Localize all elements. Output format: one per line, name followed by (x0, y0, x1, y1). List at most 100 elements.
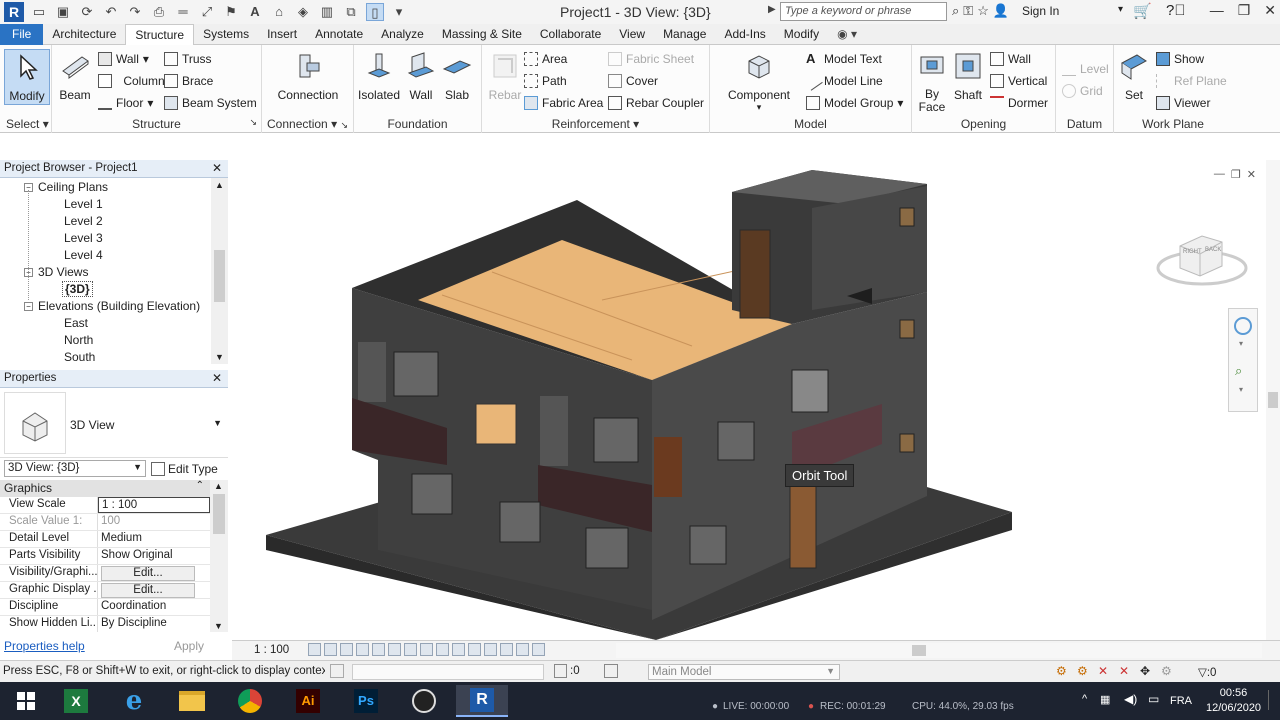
brace-button[interactable]: Brace (164, 71, 213, 91)
tab-architecture[interactable]: Architecture (43, 24, 125, 45)
scroll-thumb[interactable] (1268, 392, 1278, 408)
tag-icon[interactable]: ⚑ (222, 3, 240, 21)
shaft-button[interactable]: Shaft (948, 49, 988, 105)
viewcube-right-face[interactable]: RIGHT (1183, 249, 1202, 255)
type-dropdown-icon[interactable]: ▼ (213, 418, 222, 428)
scroll-thumb[interactable] (912, 645, 926, 656)
type-selector[interactable]: 3D View ▼ (0, 388, 228, 458)
shadows-icon[interactable] (356, 643, 369, 656)
design-option-selector[interactable]: Main Model ▼ (648, 664, 840, 680)
tree-item-ceiling-plans[interactable]: − Ceiling Plans (24, 180, 108, 194)
sun-path-icon[interactable] (340, 643, 353, 656)
sign-in-dropdown-icon[interactable]: ▾ (1118, 4, 1123, 15)
tree-item-ceiling-level-3[interactable]: Level 3 (64, 231, 103, 245)
tab-add-ins[interactable]: Add-Ins (715, 24, 774, 45)
select-pinned-icon[interactable]: ✕ (1098, 664, 1112, 678)
taskbar-file-explorer[interactable] (166, 685, 218, 717)
tree-item-ceiling-level-1[interactable]: Level 1 (64, 197, 103, 211)
customize-qat-icon[interactable]: ▾ (390, 3, 408, 21)
fabric-area-button[interactable]: Fabric Area (524, 93, 603, 113)
tree-item-ceiling-level-2[interactable]: Level 2 (64, 214, 103, 228)
subscription-icon[interactable]: ⚿ (963, 3, 973, 19)
close-icon[interactable]: ✕ (1264, 2, 1276, 19)
collapse-icon[interactable]: − (24, 302, 33, 312)
area-button[interactable]: Area (524, 49, 567, 69)
modify-button[interactable]: Modify (4, 49, 50, 105)
tab-annotate[interactable]: Annotate (306, 24, 372, 45)
by-face-button[interactable]: By Face (912, 49, 952, 114)
tree-item-east[interactable]: East (64, 316, 88, 330)
prop-value[interactable]: 1 : 100 (98, 497, 210, 513)
tree-item-ceiling-level-4[interactable]: Level 4 (64, 248, 103, 262)
model-group-button[interactable]: Model Group ▾ (806, 93, 903, 113)
tree-item-3d-view[interactable]: {3D} (62, 281, 93, 297)
scroll-thumb[interactable] (213, 494, 225, 534)
3d-viewport[interactable]: — ❐ ✕ RIGHT BACK ▾ ⌕ ▾ Orbit Tool (232, 160, 1280, 640)
wall-opening-button[interactable]: Wall (990, 49, 1031, 69)
prop-value[interactable]: Show Original (98, 548, 210, 564)
search-input[interactable]: Type a keyword or phrase (780, 2, 947, 21)
reinforcement-panel-label[interactable]: Reinforcement ▾ (482, 117, 709, 131)
highlight-displacement-icon[interactable] (500, 643, 513, 656)
tree-item-3d-views[interactable]: −3D Views (24, 265, 88, 279)
dimension-icon[interactable]: ⤢ (198, 3, 216, 21)
undo-icon[interactable]: ↶ (102, 3, 120, 21)
tab-massing-site[interactable]: Massing & Site (433, 24, 531, 45)
ref-plane-button[interactable]: Ref Plane (1156, 71, 1227, 91)
properties-scrollbar[interactable]: ▲ ▼ (210, 480, 228, 632)
rendering-icon[interactable] (372, 643, 385, 656)
connection-button[interactable]: Connection (272, 49, 344, 105)
select-links-icon[interactable]: ⚙ (1056, 664, 1070, 678)
workset-selector[interactable] (352, 664, 544, 680)
filter-status[interactable]: ▽:0 (1198, 665, 1216, 679)
tab-insert[interactable]: Insert (258, 24, 306, 45)
column-button[interactable]: Column (98, 71, 165, 91)
prop-edit-button-cell[interactable]: Edit... (98, 582, 210, 598)
prop-parts-visibility[interactable]: Parts Visibility Show Original (0, 548, 210, 565)
binoculars-icon[interactable]: ⌕ (952, 3, 959, 19)
system-clock[interactable]: 00:56 12/06/2020 (1206, 686, 1261, 716)
design-options-icon[interactable] (604, 664, 618, 678)
taskbar-internet-explorer[interactable]: e (108, 685, 160, 717)
prop-value[interactable]: Medium (98, 531, 210, 547)
tab-file[interactable]: File (0, 24, 44, 45)
tab-modify[interactable]: Modify (775, 24, 828, 45)
level-button[interactable]: Level (1062, 59, 1109, 79)
viewcube[interactable]: RIGHT BACK (1156, 224, 1248, 290)
isolated-button[interactable]: Isolated (356, 49, 402, 105)
reveal-constraints-icon[interactable] (516, 643, 529, 656)
switch-windows-icon[interactable]: ▯ (366, 3, 384, 21)
redo-icon[interactable]: ↷ (126, 3, 144, 21)
taskbar-photoshop[interactable]: Ps (340, 685, 392, 717)
taskbar-revit[interactable]: R (456, 685, 508, 717)
tab-structure[interactable]: Structure (125, 24, 195, 45)
visual-style-icon[interactable] (324, 643, 337, 656)
grid-button[interactable]: Grid (1062, 81, 1103, 101)
tab-manage[interactable]: Manage (654, 24, 715, 45)
crop-view-icon[interactable] (388, 643, 401, 656)
prop-value[interactable]: Coordination (98, 599, 210, 615)
model-line-button[interactable]: Model Line (803, 71, 883, 91)
show-crop-icon[interactable] (404, 643, 417, 656)
slab-button[interactable]: Slab (434, 49, 480, 105)
taskbar-excel[interactable]: X (50, 685, 102, 717)
select-dropdown[interactable]: Select ▾ (6, 117, 51, 131)
print-icon[interactable]: ⎙ (150, 3, 168, 21)
rebar-button[interactable]: Rebar (482, 49, 528, 105)
text-icon[interactable]: A (246, 3, 264, 21)
3d-view-icon[interactable]: ⌂ (270, 3, 288, 21)
input-language[interactable]: FRA (1170, 695, 1192, 707)
tree-item-elevations[interactable]: − Elevations (Building Elevation) (24, 299, 200, 313)
component-button[interactable]: Component ▾ (720, 49, 798, 112)
edit-button[interactable]: Edit... (101, 566, 195, 581)
set-button[interactable]: Set (1114, 49, 1154, 105)
measure-icon[interactable]: ═ (174, 3, 192, 21)
properties-help-link[interactable]: Properties help (4, 639, 85, 653)
help-icon[interactable]: ?⃝ (1166, 2, 1186, 19)
open-icon[interactable]: ▭ (30, 3, 48, 21)
save-icon[interactable]: ▣ (54, 3, 72, 21)
dormer-button[interactable]: Dormer (990, 93, 1048, 113)
worksets-icon[interactable] (554, 664, 567, 678)
scroll-up-icon[interactable]: ▲ (215, 180, 224, 190)
beam-button[interactable]: Beam (52, 49, 98, 105)
